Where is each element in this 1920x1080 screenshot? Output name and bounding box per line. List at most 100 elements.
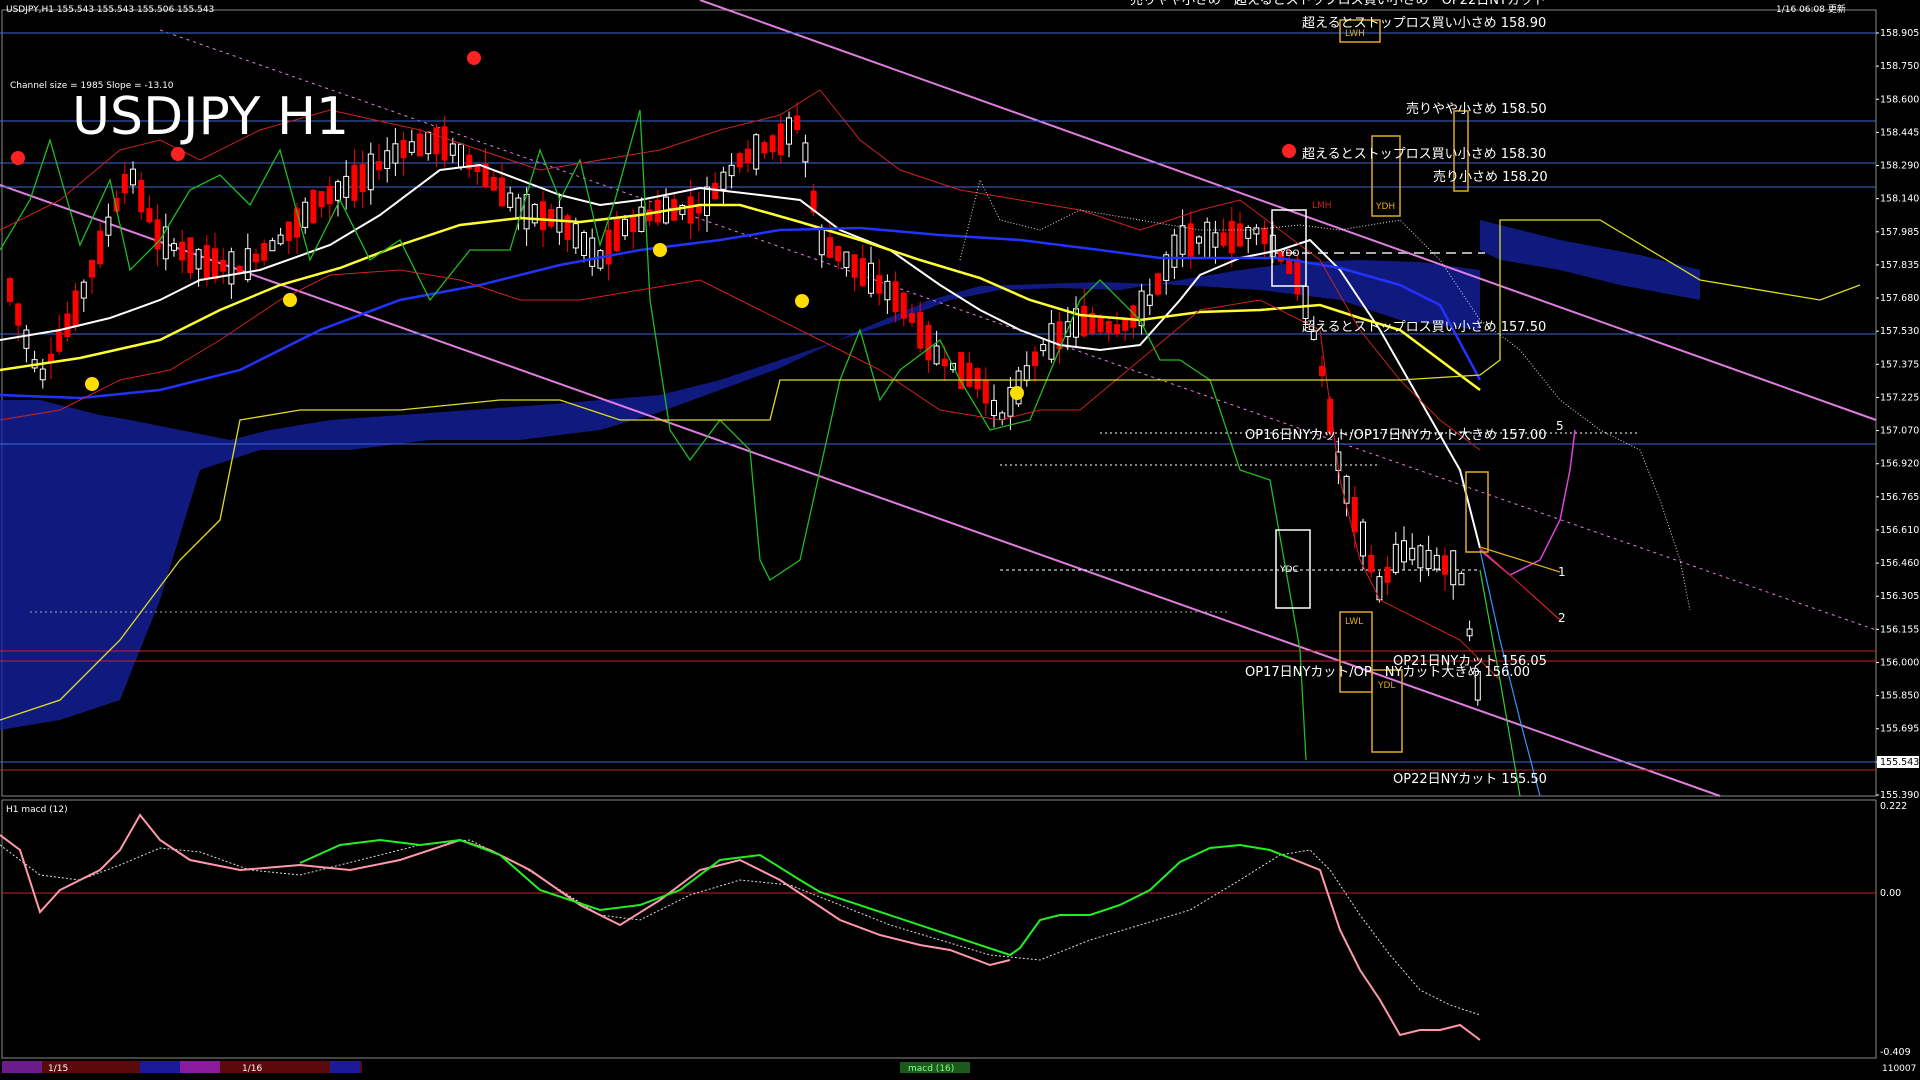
current-price-label: 155.543 xyxy=(1880,757,1919,768)
candle-bear xyxy=(220,259,227,272)
candle-bull xyxy=(1433,554,1440,570)
candle-bull xyxy=(228,251,235,285)
candle-bear xyxy=(1122,318,1129,331)
price-tick: 157.070 xyxy=(1880,426,1919,437)
candle-bull xyxy=(843,251,850,269)
candle-bear xyxy=(1081,305,1088,337)
trading-chart[interactable]: USDJPY,H1 155.543 155.543 155.506 155.54… xyxy=(0,0,1920,1080)
candle-bull xyxy=(638,206,645,233)
candle-bull xyxy=(1146,294,1153,306)
forecast-label-1: 1 xyxy=(1558,565,1566,579)
candle-bull xyxy=(728,164,735,177)
candle-bull xyxy=(802,142,809,163)
candle-bull xyxy=(162,226,169,260)
candle-bull xyxy=(1171,234,1178,268)
candle-bull xyxy=(80,281,87,299)
candle-bear xyxy=(548,209,555,227)
candle-bull xyxy=(458,143,464,168)
candle-bull xyxy=(1392,543,1399,573)
candle-bull xyxy=(1450,550,1457,586)
annotation-sell-158-20: 売り小さめ 158.20 xyxy=(1433,169,1548,185)
candle-bull xyxy=(622,218,628,237)
candle-bear xyxy=(253,253,259,263)
candle-bear xyxy=(859,258,866,287)
candle-bear xyxy=(146,208,153,223)
candle-bull xyxy=(408,141,415,153)
candle-bear xyxy=(966,362,973,387)
label-ydh: YDH xyxy=(1375,202,1395,212)
candle-bull xyxy=(1245,227,1252,239)
candle-bear xyxy=(925,324,932,361)
price-tick: 158.905 xyxy=(1880,28,1919,39)
candle-bull xyxy=(720,171,727,190)
price-tick: 156.000 xyxy=(1880,657,1919,668)
candle-bull xyxy=(572,223,579,249)
candle-bull xyxy=(425,131,432,155)
candle-bull xyxy=(1401,540,1407,563)
label-ydl: YDL xyxy=(1377,681,1395,691)
time-label-1-15: 1/15 xyxy=(48,1064,68,1074)
annotation-op-157-00: OP16日NYカット/OP17日NYカット大きめ 157.00 xyxy=(1245,428,1547,443)
candle-bear xyxy=(376,161,382,171)
candle-bull xyxy=(171,243,177,251)
candle-bear xyxy=(613,218,620,252)
candle-bear xyxy=(1237,223,1243,247)
candle-bear xyxy=(499,177,505,207)
annotation-sell-158-50: 売りやや小さめ 158.50 xyxy=(1406,101,1547,117)
candle-bear xyxy=(7,278,13,302)
price-tick: 156.765 xyxy=(1880,492,1919,503)
candle-bear xyxy=(1130,305,1137,328)
candle-bear xyxy=(909,313,915,323)
candle-bear xyxy=(48,353,54,363)
candle-bear xyxy=(851,254,858,278)
candle-bear xyxy=(359,164,366,193)
candle-bear xyxy=(1220,232,1227,246)
candle-bull xyxy=(195,249,202,270)
candle-bull xyxy=(933,345,940,365)
candle-bull xyxy=(449,143,456,156)
macd-label: H1 macd (12) xyxy=(6,805,68,815)
candle-bull xyxy=(23,329,30,349)
candle-bear xyxy=(712,182,719,200)
price-tick: 156.155 xyxy=(1880,624,1919,635)
price-tick: 156.610 xyxy=(1880,525,1919,536)
candle-bear xyxy=(1442,555,1448,575)
candle-bear xyxy=(1228,220,1235,254)
candle-bear xyxy=(1114,324,1120,335)
candle-bull xyxy=(130,168,136,186)
candle-bull xyxy=(753,134,760,170)
annotation-op-155-50: OP22日NYカット 155.50 xyxy=(1393,772,1547,787)
candle-bear xyxy=(351,164,358,201)
candle-bull xyxy=(1179,225,1186,255)
candle-bull xyxy=(704,186,710,217)
candle-bull xyxy=(589,237,596,267)
price-tick: 158.600 xyxy=(1880,94,1919,105)
candle-bear xyxy=(187,237,194,274)
annotation-sl-157-50: 超えるとストップロス買い小さめ 157.50 xyxy=(1302,320,1546,335)
candle-bear xyxy=(794,115,801,131)
candle-bull xyxy=(1269,234,1276,258)
candle-bear xyxy=(1294,259,1301,295)
price-tick: 157.375 xyxy=(1880,359,1919,370)
price-tick: 155.390 xyxy=(1880,790,1919,801)
candle-bull xyxy=(1023,365,1030,382)
label-lwl: LWL xyxy=(1345,617,1363,627)
candle-bear xyxy=(982,379,989,404)
price-tick: 157.835 xyxy=(1880,260,1919,271)
candle-bull xyxy=(1360,521,1366,557)
price-tick: 158.750 xyxy=(1880,61,1919,72)
candle-bear xyxy=(64,313,71,337)
price-tick: 156.920 xyxy=(1880,459,1919,470)
candle-bear xyxy=(917,312,924,349)
candle-bull xyxy=(884,280,891,301)
candle-bull xyxy=(1417,545,1424,569)
macd-axis-top: 0.222 xyxy=(1880,801,1907,812)
time-label-1-16: 1/16 xyxy=(242,1064,262,1074)
candle-bear xyxy=(876,275,883,294)
candle-bear xyxy=(1261,227,1268,244)
candle-bear xyxy=(97,230,104,265)
candle-bear xyxy=(769,135,776,153)
candle-bear xyxy=(203,245,210,279)
label-lmh: LMH xyxy=(1312,201,1332,211)
label-ydo: YDO xyxy=(1279,249,1300,259)
